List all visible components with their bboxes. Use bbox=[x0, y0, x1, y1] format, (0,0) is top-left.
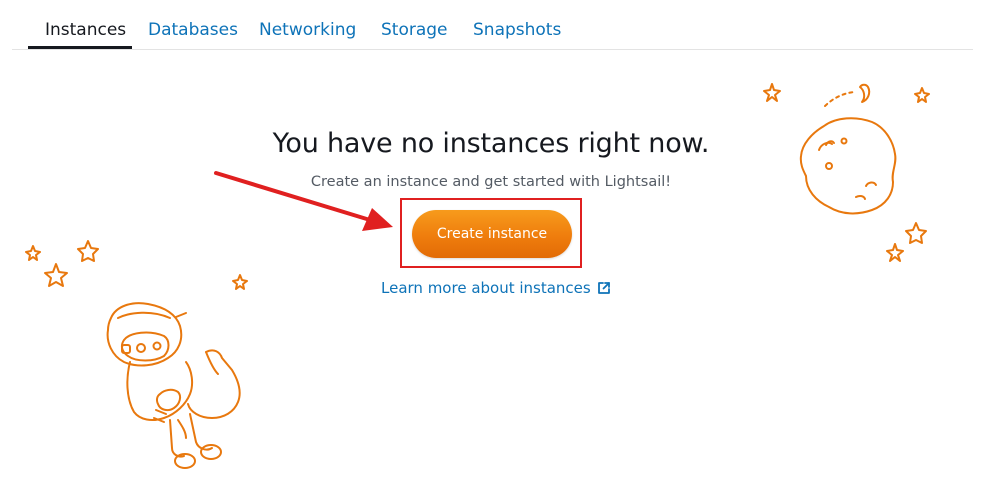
empty-state-subline: Create an instance and get started with … bbox=[310, 174, 672, 190]
robot-astronaut-icon bbox=[106, 302, 241, 469]
empty-state-headline: You have no instances right now. bbox=[272, 128, 710, 159]
external-link-icon bbox=[597, 281, 611, 295]
star-icon bbox=[763, 83, 781, 102]
star-icon bbox=[77, 240, 99, 262]
star-icon bbox=[25, 245, 41, 261]
learn-more-link[interactable]: Learn more about instances bbox=[381, 279, 611, 297]
star-icon bbox=[914, 87, 930, 103]
create-instance-button[interactable]: Create instance bbox=[412, 210, 572, 258]
star-icon bbox=[232, 274, 248, 290]
star-icon bbox=[886, 243, 904, 262]
star-icon bbox=[905, 222, 927, 244]
instances-page: Instances Databases Networking Storage S… bbox=[0, 0, 982, 477]
learn-more-label: Learn more about instances bbox=[381, 279, 591, 297]
star-icon bbox=[44, 263, 68, 287]
